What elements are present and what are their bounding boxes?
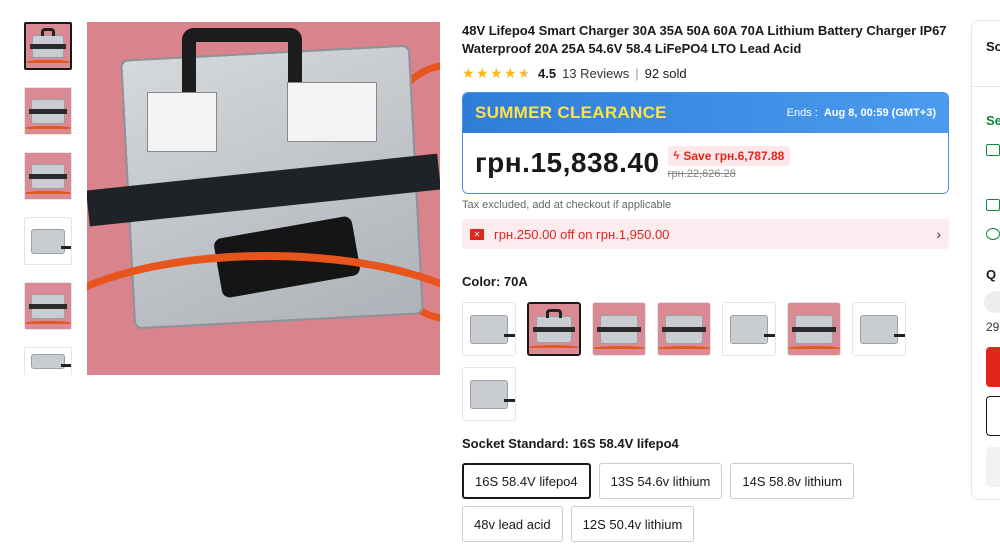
thumbnail-5[interactable] — [24, 282, 72, 330]
chevron-right-icon: › — [936, 226, 941, 242]
color-swatches — [462, 302, 932, 432]
half-star-icon: ★ — [518, 65, 531, 81]
deal-ends-label: Ends : — [786, 107, 818, 119]
star-icon: ★ — [504, 65, 517, 81]
deal-header: SUMMER CLEARANCE Ends : Aug 8, 00:59 (GMT… — [463, 93, 948, 133]
thumbnail-6[interactable] — [24, 347, 72, 375]
deal-name: SUMMER CLEARANCE — [475, 103, 667, 122]
quantity-heading: Q — [986, 267, 997, 282]
deal-box: SUMMER CLEARANCE Ends : Aug 8, 00:59 (GMT… — [462, 92, 949, 194]
color-label: Color: 70A — [462, 274, 528, 289]
thumbnail-2[interactable] — [24, 87, 72, 135]
bolt-icon: ϟ — [673, 150, 680, 162]
socket-option-lead-acid[interactable]: 48v lead acid — [462, 506, 563, 542]
main-product-image[interactable] — [87, 22, 440, 375]
save-badge: ϟ Save грн.6,787.88 — [667, 146, 791, 166]
add-to-cart-button[interactable] — [986, 396, 1000, 436]
socket-options: 16S 58.4V lifepo4 13S 54.6v lithium 14S … — [462, 463, 942, 549]
shipping-heading: Se — [986, 113, 1000, 128]
color-swatch[interactable] — [462, 367, 516, 421]
color-swatch[interactable] — [592, 302, 646, 356]
thumbnail-4[interactable] — [24, 217, 72, 265]
price-row: грн.15,838.40 ϟ Save грн.6,787.88 грн.22… — [463, 133, 948, 193]
rating-value: 4.5 — [538, 65, 557, 81]
purchase-panel: So Se Q 29 — [971, 20, 1000, 500]
deal-ends-value: Aug 8, 00:59 (GMT+3) — [823, 107, 936, 119]
quantity-available: 29 — [986, 320, 1000, 334]
star-icon: ★ — [490, 65, 503, 81]
socket-option-14s[interactable]: 14S 58.8v lithium — [730, 463, 855, 499]
thumbnail-list — [24, 22, 74, 392]
color-swatch[interactable] — [657, 302, 711, 356]
truck-icon — [986, 144, 1000, 156]
deal-ends: Ends : Aug 8, 00:59 (GMT+3) — [787, 107, 936, 119]
socket-label: Socket Standard: 16S 58.4V lifepo4 — [462, 436, 679, 451]
panel-heading: So — [986, 39, 1000, 54]
divider — [972, 86, 1000, 87]
coupon-icon: ✕ — [470, 228, 484, 240]
original-price: грн.22,626.28 — [667, 168, 736, 180]
buy-now-button[interactable] — [986, 347, 1000, 387]
color-swatch[interactable] — [462, 302, 516, 356]
product-title: 48V Lifepo4 Smart Charger 30A 35A 50A 60… — [462, 23, 947, 56]
tax-note: Tax excluded, add at checkout if applica… — [462, 199, 672, 211]
color-swatch[interactable] — [787, 302, 841, 356]
socket-option-16s[interactable]: 16S 58.4V lifepo4 — [462, 463, 591, 499]
reviews-link[interactable]: 13 Reviews — [562, 66, 629, 81]
coupon-banner[interactable]: ✕ грн.250.00 off on грн.1,950.00 › — [462, 219, 949, 249]
return-icon — [986, 199, 1000, 211]
current-price: грн.15,838.40 — [475, 147, 660, 178]
shield-icon — [986, 228, 1000, 240]
color-swatch-selected[interactable] — [527, 302, 581, 356]
wishlist-button[interactable] — [986, 447, 1000, 487]
rating-stars: ★ ★ ★ ★ ★ — [462, 66, 532, 80]
star-icon: ★ — [476, 65, 489, 81]
product-info: 48V Lifepo4 Smart Charger 30A 35A 50A 60… — [462, 22, 950, 549]
quantity-decrease-button[interactable] — [984, 291, 1000, 313]
rating-row: ★ ★ ★ ★ ★ 4.5 13 Reviews | 92 sold — [462, 65, 950, 81]
socket-option-12s[interactable]: 12S 50.4v lithium — [570, 506, 695, 542]
sold-count: 92 sold — [644, 65, 687, 81]
save-amount: Save грн.6,787.88 — [683, 149, 785, 163]
thumbnail-1[interactable] — [24, 22, 72, 70]
rating-separator: | — [635, 65, 639, 81]
socket-option-13s[interactable]: 13S 54.6v lithium — [598, 463, 723, 499]
color-swatch[interactable] — [852, 302, 906, 356]
thumbnail-3[interactable] — [24, 152, 72, 200]
coupon-text: грн.250.00 off on грн.1,950.00 — [494, 226, 670, 242]
color-swatch[interactable] — [722, 302, 776, 356]
star-icon: ★ — [462, 65, 475, 81]
